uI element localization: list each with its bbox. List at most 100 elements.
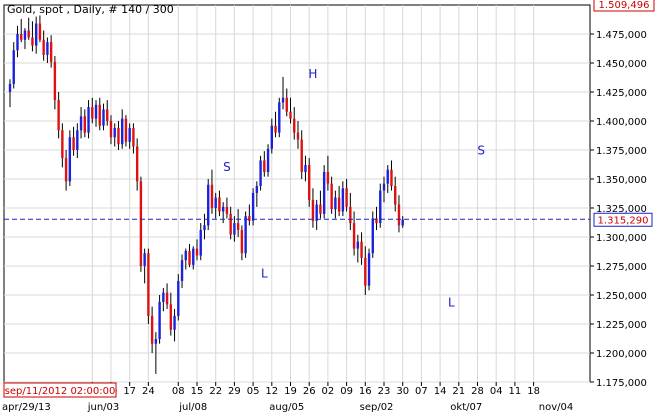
y-tick-label-11: 1.200,000 (596, 349, 647, 360)
candle-body-65 (251, 192, 255, 221)
annotation-4: S (477, 144, 485, 158)
candle-body-104 (397, 204, 401, 226)
y-tick-label-8: 1.275,000 (596, 262, 647, 273)
x-tick-label-3: 24 (142, 386, 155, 397)
chart-root: S L H L S 1.475,000 1.450,000 1.425,000 1.400,0… (0, 0, 656, 420)
candle-72 (278, 97, 281, 138)
candle-body-35 (139, 181, 143, 266)
candle-body-0 (8, 83, 12, 92)
candle-body-88 (337, 197, 341, 212)
candle-body-87 (334, 197, 337, 210)
candle-body-72 (278, 102, 281, 133)
top-right-value-box: 1.509,496 (593, 0, 655, 12)
cursor-date-box: sep/11/2012 02:00:00 (3, 382, 117, 398)
candle-body-68 (263, 160, 266, 173)
candle-body-22 (91, 107, 94, 119)
candle-body-49 (192, 248, 195, 265)
candle-body-64 (248, 216, 251, 221)
candle-body-7 (34, 23, 38, 46)
candle-body-93 (356, 241, 360, 249)
candle-body-74 (285, 97, 288, 112)
candle-37 (147, 248, 150, 324)
candle-body-33 (132, 127, 135, 147)
candle-body-99 (379, 190, 382, 224)
candle-body-2 (16, 34, 19, 51)
candle-31 (124, 115, 128, 147)
candle-body-101 (386, 169, 389, 184)
candle-body-6 (31, 37, 34, 46)
x-tick-label-12: 02 (322, 386, 335, 397)
candle-body-60 (233, 223, 236, 235)
y-tick-label-0: 1.475,000 (596, 30, 647, 41)
candle-body-77 (296, 132, 300, 140)
candle-67 (259, 155, 262, 191)
candle-body-91 (349, 206, 352, 224)
candle-body-8 (38, 23, 42, 40)
x-tick-label-20: 28 (471, 386, 484, 397)
candle-body-36 (143, 253, 146, 266)
y-tick-label-9: 1.250,000 (596, 291, 647, 302)
candle-body-13 (57, 100, 60, 131)
x-tick-label-13: 09 (340, 386, 353, 397)
x-tick-label-8: 05 (247, 386, 260, 397)
candle-body-66 (255, 185, 259, 193)
candle-body-32 (128, 127, 131, 142)
x-date-label-5: okt/07 (450, 402, 482, 413)
candle-35 (139, 176, 143, 272)
candle-body-46 (180, 260, 184, 282)
candle-body-85 (326, 172, 330, 184)
candle-body-19 (79, 116, 83, 131)
candle-53 (207, 179, 210, 231)
top-right-value: 1.509,496 (599, 0, 650, 11)
y-tick-label-4: 1.375,000 (596, 146, 647, 157)
candle-body-58 (225, 206, 229, 214)
candle-body-56 (218, 197, 221, 212)
candle-body-43 (169, 304, 173, 330)
candle-body-83 (319, 204, 322, 214)
x-tick-label-16: 30 (396, 386, 409, 397)
candle-body-59 (229, 213, 232, 235)
candle-body-82 (315, 204, 318, 221)
candle-body-1 (12, 50, 15, 84)
candle-84 (322, 165, 326, 219)
x-date-label-0: apr/29/13 (2, 402, 51, 413)
cursor-date-label: sep/11/2012 02:00:00 (5, 386, 116, 397)
x-tick-label-19: 21 (452, 386, 465, 397)
candle-body-81 (311, 199, 315, 221)
candle-body-39 (154, 339, 158, 344)
candle-80 (308, 158, 311, 207)
candle-body-38 (150, 315, 154, 344)
candle-body-37 (147, 253, 150, 316)
x-tick-label-5: 15 (191, 386, 204, 397)
candle-45 (177, 274, 180, 321)
candle-body-23 (94, 104, 98, 119)
candle-body-67 (259, 160, 262, 186)
candle-body-4 (23, 30, 27, 40)
candle-96 (367, 248, 371, 291)
candle-body-14 (61, 130, 64, 159)
candle-body-95 (364, 257, 367, 286)
candle-body-69 (266, 148, 270, 173)
x-tick-label-10: 19 (284, 386, 297, 397)
x-tick-label-7: 29 (228, 386, 241, 397)
candle-body-62 (240, 230, 244, 254)
candle-body-71 (274, 125, 277, 133)
candle-body-50 (195, 248, 199, 256)
x-tick-label-22: 11 (509, 386, 522, 397)
candle-body-48 (188, 250, 191, 265)
current-price-label: 1.315,290 (598, 215, 649, 226)
candle-body-102 (390, 169, 393, 186)
candle-body-45 (177, 281, 180, 316)
candle-body-28 (113, 127, 116, 138)
x-tick-label-4: 08 (172, 386, 185, 397)
x-tick-label-18: 14 (434, 386, 447, 397)
candle-body-27 (109, 121, 113, 138)
chart-svg: S L H L S 1.475,000 1.450,000 1.425,000 1.400,0… (0, 0, 656, 420)
candle-body-31 (124, 118, 128, 142)
x-date-label-4: sep/02 (360, 402, 394, 413)
candle-40 (158, 295, 161, 344)
candle-body-97 (371, 218, 374, 254)
candle-body-26 (106, 109, 109, 121)
y-tick-label-10: 1.225,000 (596, 320, 647, 331)
candle-body-75 (289, 111, 292, 119)
